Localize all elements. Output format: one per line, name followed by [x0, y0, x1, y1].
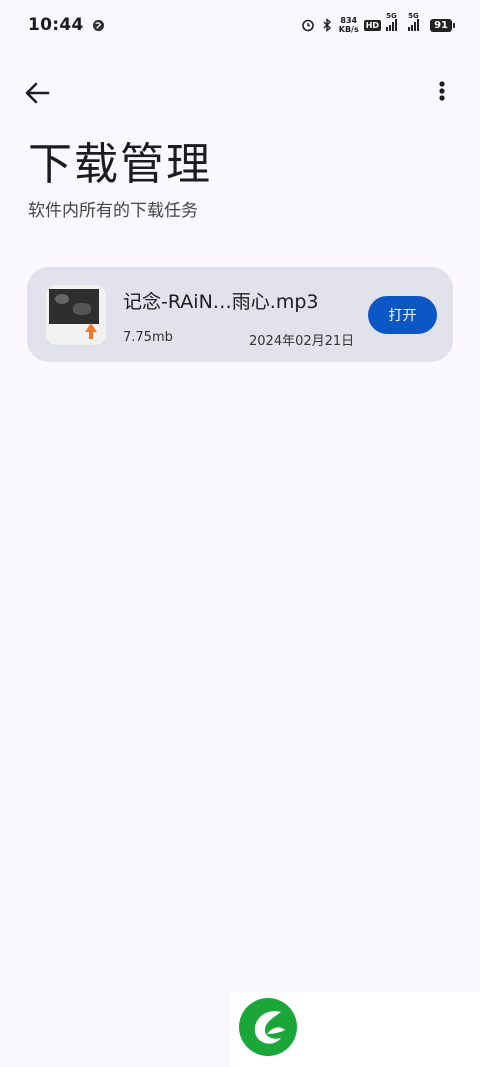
green-leaf-logo-icon — [239, 998, 297, 1056]
alarm-icon — [301, 19, 314, 32]
download-item-card[interactable]: 记念-RAiN…雨心.mp3 7.75mb 2024年02月21日 打开 — [27, 267, 453, 362]
battery-icon: 91 — [430, 18, 455, 32]
sim1-label: 5G — [386, 12, 397, 20]
download-arrow-icon — [85, 323, 97, 339]
status-right: 834 KB/s HD 5G 5G 91 — [301, 12, 455, 34]
file-name: 记念-RAiN…雨心.mp3 — [123, 291, 319, 313]
arrow-left-icon[interactable] — [18, 73, 58, 113]
file-size: 7.75mb — [123, 330, 173, 345]
file-date: 2024年02月21日 — [249, 334, 355, 349]
signal-sim1-icon: 5G — [386, 12, 398, 31]
sim2-label: 5G — [408, 12, 419, 20]
network-speed: 834 KB/s — [339, 16, 359, 34]
hd-badge: HD — [363, 19, 382, 31]
page-title: 下载管理 — [28, 139, 212, 190]
network-speed-unit: KB/s — [338, 25, 359, 34]
more-vert-icon[interactable] — [422, 73, 462, 113]
signal-sim2-icon: 5G — [408, 12, 420, 31]
album-art-image — [49, 289, 99, 324]
file-thumbnail — [46, 285, 106, 345]
top-app-bar — [0, 68, 480, 114]
status-left: 10:44 — [28, 15, 105, 35]
bluetooth-icon — [323, 18, 331, 32]
globe-icon — [92, 19, 104, 31]
clock: 10:44 — [28, 15, 84, 35]
open-button[interactable]: 打开 — [368, 296, 437, 334]
page-subtitle: 软件内所有的下载任务 — [28, 201, 198, 221]
network-speed-value: 834 — [340, 16, 358, 25]
status-bar: 10:44 834 KB/s HD 5G 5G 91 — [0, 0, 480, 50]
